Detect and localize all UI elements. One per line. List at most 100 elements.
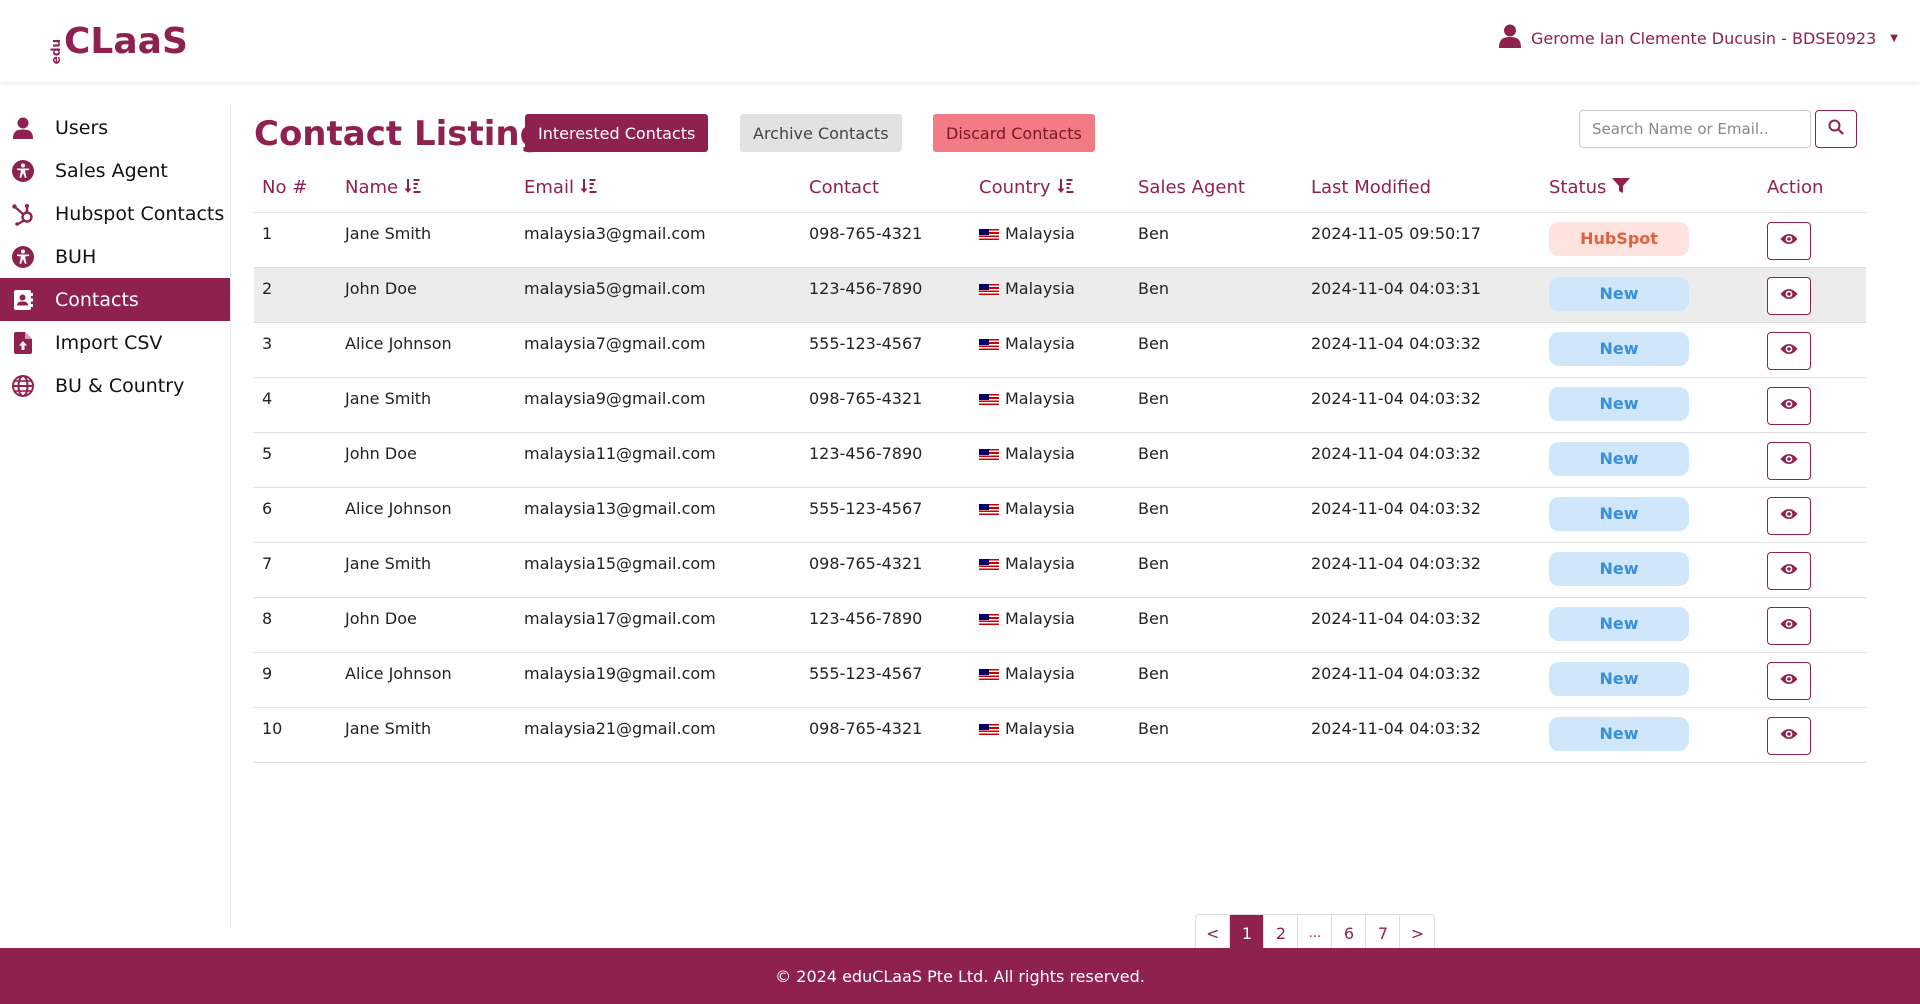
- view-button[interactable]: [1767, 276, 1811, 315]
- cell-contact: 555-123-4567: [801, 487, 971, 543]
- cell-no: 10: [254, 707, 337, 763]
- cell-action: [1759, 267, 1866, 323]
- search-input[interactable]: [1579, 110, 1811, 148]
- malaysia-flag-icon: [979, 723, 999, 735]
- cell-sales-agent: Ben: [1130, 432, 1303, 488]
- malaysia-flag-icon: [979, 613, 999, 625]
- eye-icon: [1780, 671, 1798, 690]
- cell-status: New: [1541, 432, 1759, 488]
- table-header-row: No # Name Email Contact Country Sales Ag…: [254, 164, 1866, 213]
- pagination-page-7[interactable]: 7: [1366, 915, 1401, 951]
- status-badge: New: [1549, 276, 1689, 311]
- column-header-label: Name: [345, 177, 399, 198]
- cell-no: 1: [254, 212, 337, 268]
- accessibility-icon: [10, 244, 36, 270]
- logo-small-text: edu: [49, 38, 63, 64]
- view-button[interactable]: [1767, 551, 1811, 590]
- sidebar-item-bu-country[interactable]: BU & Country: [0, 364, 230, 407]
- cell-action: [1759, 432, 1866, 488]
- country-name: Malaysia: [1005, 443, 1075, 463]
- cell-status: New: [1541, 377, 1759, 433]
- footer-text: © 2024 eduCLaaS Pte Ltd. All rights rese…: [775, 966, 1145, 986]
- column-header-name[interactable]: Name: [337, 164, 516, 213]
- chevron-down-icon: ▼: [1890, 32, 1898, 44]
- sidebar-item-label: Sales Agent: [55, 159, 168, 182]
- pagination-page-2[interactable]: 2: [1264, 915, 1299, 951]
- sidebar-item-contacts[interactable]: Contacts: [0, 278, 230, 321]
- table-row[interactable]: 2 John Doe malaysia5@gmail.com 123-456-7890…: [254, 267, 1866, 323]
- view-button[interactable]: [1767, 441, 1811, 480]
- pagination-prev[interactable]: <: [1196, 915, 1231, 951]
- cell-country: Malaysia: [971, 377, 1130, 433]
- cell-sales-agent: Ben: [1130, 322, 1303, 378]
- cell-status: New: [1541, 707, 1759, 763]
- cell-email: malaysia7@gmail.com: [516, 322, 801, 378]
- view-button[interactable]: [1767, 221, 1811, 260]
- cell-contact: 555-123-4567: [801, 322, 971, 378]
- table-row[interactable]: 7 Jane Smith malaysia15@gmail.com 098-765-4…: [254, 542, 1866, 598]
- country-name: Malaysia: [1005, 553, 1075, 573]
- user-menu[interactable]: Gerome Ian Clemente Ducusin - BDSE0923 ▼: [1498, 24, 1898, 52]
- cell-contact: 098-765-4321: [801, 707, 971, 763]
- view-button[interactable]: [1767, 331, 1811, 370]
- sort-icon[interactable]: [404, 178, 421, 199]
- table-row[interactable]: 4 Jane Smith malaysia9@gmail.com 098-765-43…: [254, 377, 1866, 433]
- hubspot-icon: [10, 201, 36, 227]
- cell-email: malaysia9@gmail.com: [516, 377, 801, 433]
- cell-contact: 098-765-4321: [801, 377, 971, 433]
- cell-sales-agent: Ben: [1130, 487, 1303, 543]
- column-header-last-modified: Last Modified: [1303, 164, 1541, 213]
- view-button[interactable]: [1767, 496, 1811, 535]
- archive-contacts-button[interactable]: Archive Contacts: [740, 114, 902, 152]
- view-button[interactable]: [1767, 661, 1811, 700]
- top-bar: edu CLaaS Gerome Ian Clemente Ducusin - …: [0, 0, 1920, 82]
- view-button[interactable]: [1767, 716, 1811, 755]
- cell-status: New: [1541, 322, 1759, 378]
- sidebar-item-hubspot-contacts[interactable]: Hubspot Contacts: [0, 192, 230, 235]
- pagination-page-1[interactable]: 1: [1230, 915, 1265, 951]
- view-button[interactable]: [1767, 606, 1811, 645]
- status-badge: HubSpot: [1549, 221, 1689, 256]
- table-row[interactable]: 10 Jane Smith malaysia21@gmail.com 098-765-…: [254, 707, 1866, 763]
- pagination-next[interactable]: >: [1400, 915, 1435, 951]
- cell-contact: 123-456-7890: [801, 432, 971, 488]
- contacts-table: No # Name Email Contact Country Sales Ag…: [254, 164, 1866, 763]
- table-row[interactable]: 3 Alice Johnson malaysia7@gmail.com 555-123…: [254, 322, 1866, 378]
- sidebar-item-import-csv[interactable]: Import CSV: [0, 321, 230, 364]
- table-row[interactable]: 1 Jane Smith malaysia3@gmail.com 098-765-43…: [254, 212, 1866, 268]
- cell-status: New: [1541, 542, 1759, 598]
- cell-status: New: [1541, 487, 1759, 543]
- cell-no: 9: [254, 652, 337, 708]
- column-header-email[interactable]: Email: [516, 164, 801, 213]
- status-badge: New: [1549, 496, 1689, 531]
- logo[interactable]: edu CLaaS: [49, 18, 188, 64]
- sort-icon[interactable]: [580, 178, 597, 199]
- sort-icon[interactable]: [1057, 178, 1074, 199]
- view-button[interactable]: [1767, 386, 1811, 425]
- eye-icon: [1780, 396, 1798, 415]
- filter-icon[interactable]: [1612, 177, 1631, 199]
- column-header-country[interactable]: Country: [971, 164, 1130, 213]
- interested-contacts-button[interactable]: Interested Contacts: [525, 114, 709, 152]
- sidebar-item-label: BUH: [55, 245, 97, 268]
- country-name: Malaysia: [1005, 333, 1075, 353]
- table-row[interactable]: 9 Alice Johnson malaysia19@gmail.com 555-12…: [254, 652, 1866, 708]
- cell-last-modified: 2024-11-04 04:03:32: [1303, 707, 1541, 763]
- table-row[interactable]: 6 Alice Johnson malaysia13@gmail.com 555-12…: [254, 487, 1866, 543]
- pagination-page-6[interactable]: 6: [1332, 915, 1367, 951]
- search-button[interactable]: [1815, 110, 1857, 148]
- column-header-status[interactable]: Status: [1541, 164, 1759, 213]
- table-row[interactable]: 5 John Doe malaysia11@gmail.com 123-456-789…: [254, 432, 1866, 488]
- column-header-label: Action: [1767, 177, 1824, 199]
- cell-name: John Doe: [337, 432, 516, 488]
- cell-no: 7: [254, 542, 337, 598]
- sidebar-item-label: BU & Country: [55, 374, 185, 397]
- cell-sales-agent: Ben: [1130, 542, 1303, 598]
- country-name: Malaysia: [1005, 663, 1075, 683]
- sidebar-item-sales-agent[interactable]: Sales Agent: [0, 149, 230, 192]
- cell-last-modified: 2024-11-04 04:03:32: [1303, 322, 1541, 378]
- sidebar-item-buh[interactable]: BUH: [0, 235, 230, 278]
- table-row[interactable]: 8 John Doe malaysia17@gmail.com 123-456-789…: [254, 597, 1866, 653]
- discard-contacts-button[interactable]: Discard Contacts: [933, 114, 1095, 152]
- sidebar-item-users[interactable]: Users: [0, 106, 230, 149]
